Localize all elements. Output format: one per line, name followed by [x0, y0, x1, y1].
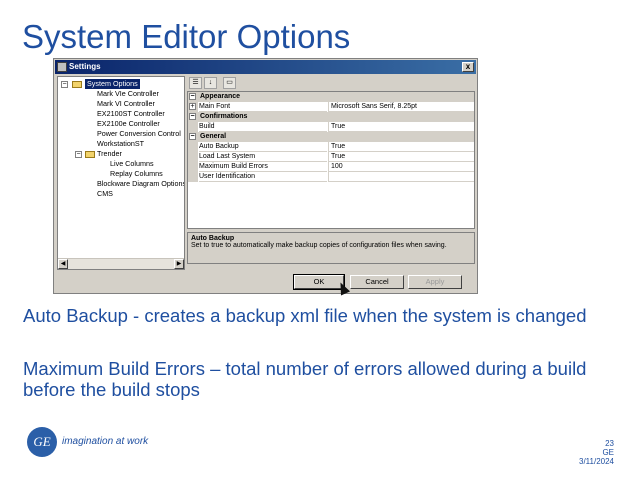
tree-item-system-options[interactable]: System Options — [85, 79, 140, 89]
property-toolbar: ☰ ↓ ▭ — [187, 75, 307, 91]
window-icon — [57, 62, 67, 72]
grid-row-load-last-system[interactable]: Load Last System True — [188, 152, 474, 162]
tree-item-cms[interactable]: CMS — [97, 189, 113, 199]
page-number: 23 — [605, 439, 614, 448]
apply-button[interactable]: Apply — [408, 275, 462, 289]
scroll-left-icon[interactable]: ◀ — [58, 259, 68, 269]
settings-tree: − System Options Mark VIe Controller Mar… — [57, 76, 185, 270]
collapse-icon[interactable]: − — [75, 151, 82, 158]
tree-item-mark-vie-controller[interactable]: Mark VIe Controller — [97, 89, 159, 99]
collapse-icon[interactable]: − — [61, 81, 68, 88]
ge-logo: GE — [27, 427, 57, 457]
tagline: imagination at work — [62, 436, 149, 447]
close-button[interactable]: x — [462, 62, 474, 72]
tree-item-live-columns[interactable]: Live Columns — [110, 159, 154, 169]
categorized-icon[interactable]: ☰ — [189, 77, 202, 89]
tree-item-ex2100e-controller[interactable]: EX2100e Controller — [97, 119, 160, 129]
slide-date: 3/11/2024 — [579, 457, 614, 466]
collapse-icon[interactable]: − — [189, 133, 196, 140]
grid-category-appearance[interactable]: − Appearance — [188, 92, 474, 102]
paragraph-maximum-build-errors: Maximum Build Errors – total number of e… — [23, 358, 587, 400]
tree-item-blockware-diagram-options[interactable]: Blockware Diagram Options — [97, 179, 184, 189]
property-grid: − Appearance + Main Font Microsoft Sans … — [187, 91, 475, 229]
tree-item-workstationst[interactable]: WorkstationST — [97, 139, 144, 149]
collapse-icon[interactable]: − — [189, 93, 196, 100]
collapse-icon[interactable]: − — [189, 113, 196, 120]
tree-item-power-conversion-control[interactable]: Power Conversion Control — [97, 129, 181, 139]
grid-category-confirmations[interactable]: − Confirmations — [188, 112, 474, 122]
company-label: GE — [602, 448, 614, 457]
expand-icon[interactable]: + — [189, 103, 196, 110]
description-panel: Auto Backup Set to true to automatically… — [187, 232, 475, 264]
tree-item-ex2100st-controller[interactable]: EX2100ST Controller — [97, 109, 165, 119]
grid-row-auto-backup[interactable]: Auto Backup True — [188, 142, 474, 152]
tree-item-mark-vi-controller[interactable]: Mark VI Controller — [97, 99, 155, 109]
dialog-title: Settings — [69, 62, 101, 71]
dialog-titlebar[interactable]: Settings x — [55, 60, 476, 74]
cancel-button[interactable]: Cancel — [350, 275, 404, 289]
description-title: Auto Backup — [191, 235, 235, 242]
scroll-right-icon[interactable]: ▶ — [174, 259, 184, 269]
grid-row-user-identification[interactable]: User Identification — [188, 172, 474, 182]
tree-item-trender[interactable]: Trender — [97, 149, 122, 159]
paragraph-auto-backup: Auto Backup - creates a backup xml file … — [23, 305, 587, 326]
tree-item-replay-columns[interactable]: Replay Columns — [110, 169, 163, 179]
slide-title: System Editor Options — [22, 18, 351, 55]
description-text: Set to true to automatically make backup… — [191, 242, 447, 249]
settings-dialog: Settings x − System Options Mark VIe Con… — [53, 58, 478, 294]
folder-open-icon — [85, 151, 95, 158]
grid-row-build[interactable]: Build True — [188, 122, 474, 132]
alphabetical-icon[interactable]: ↓ — [204, 77, 217, 89]
grid-row-main-font[interactable]: + Main Font Microsoft Sans Serif, 8.25pt — [188, 102, 474, 112]
folder-open-icon — [72, 81, 82, 88]
property-pages-icon[interactable]: ▭ — [223, 77, 236, 89]
grid-row-maximum-build-errors[interactable]: Maximum Build Errors 100 — [188, 162, 474, 172]
grid-category-general[interactable]: − General — [188, 132, 474, 142]
tree-horizontal-scrollbar[interactable]: ◀ ▶ — [58, 258, 184, 269]
